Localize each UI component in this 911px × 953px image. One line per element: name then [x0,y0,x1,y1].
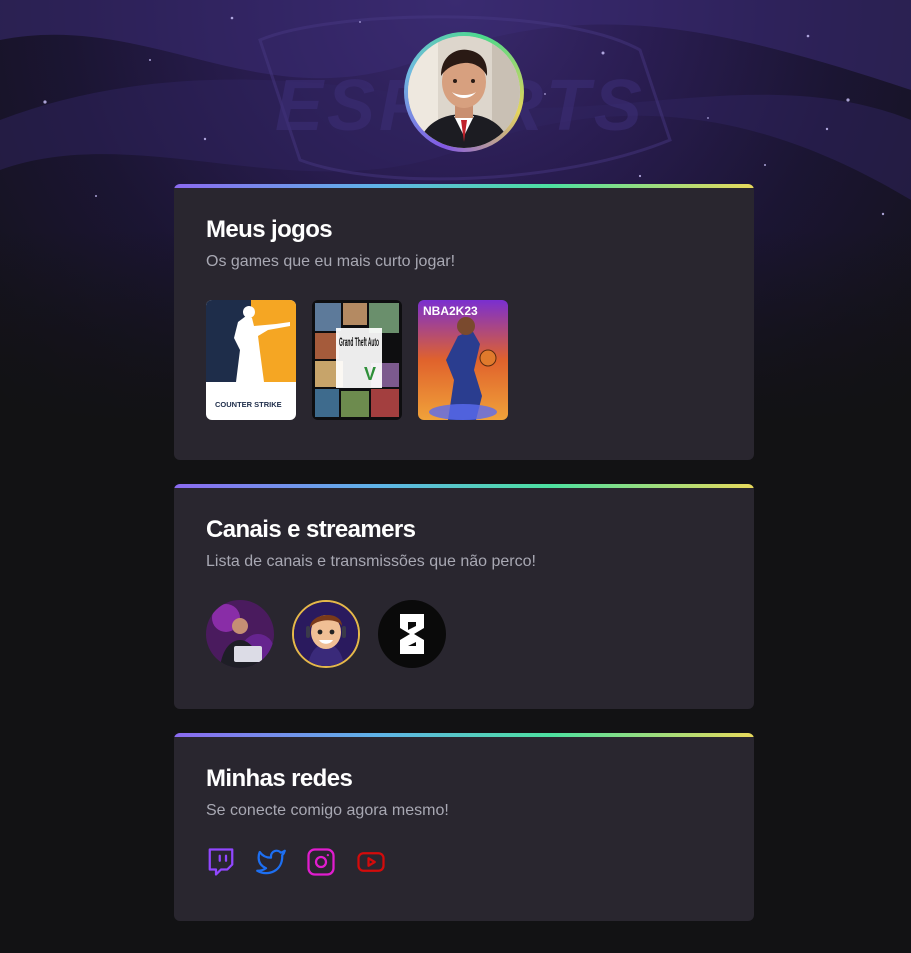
youtube-icon[interactable] [356,847,386,877]
games-card-title: Meus jogos [206,216,333,243]
game-gta-v[interactable]: Grand Theft Auto V [312,300,402,420]
games-card-subtitle: Os games que eu mais curto jogar! [206,253,456,270]
games-card: Meus jogos Os games que eu mais curto jo… [174,184,754,460]
channels-list [206,600,722,668]
channels-card-subtitle: Lista de canais e transmissões que não p… [206,553,536,570]
socials-card: Minhas redes Se conecte comigo agora mes… [174,733,754,921]
channels-card-title: Canais e streamers [206,516,416,543]
socials-card-title: Minhas redes [206,765,353,792]
games-list: COUNTER STRIKE Grand Theft Auto V NBA2K2… [206,300,722,420]
social-links [206,847,722,877]
profile-avatar[interactable] [404,32,524,152]
svg-text:V: V [364,364,376,384]
channels-card: Canais e streamers Lista de canais e tra… [174,484,754,709]
instagram-icon[interactable] [306,847,336,877]
channel-avatar-1[interactable] [206,600,274,668]
game-nba-2k23[interactable]: NBA2K23 [418,300,508,420]
twitch-icon[interactable] [206,847,236,877]
channel-avatar-3[interactable] [378,600,446,668]
profile-photo-icon [408,36,520,148]
twitter-icon[interactable] [256,847,286,877]
socials-card-subtitle: Se conecte comigo agora mesmo! [206,802,449,819]
game-counter-strike[interactable]: COUNTER STRIKE [206,300,296,420]
game-logo-text: NBA2K23 [423,304,478,318]
game-logo-text: Grand Theft Auto [339,335,379,349]
game-logo-text: COUNTER STRIKE [215,400,282,409]
channel-avatar-2[interactable] [292,600,360,668]
